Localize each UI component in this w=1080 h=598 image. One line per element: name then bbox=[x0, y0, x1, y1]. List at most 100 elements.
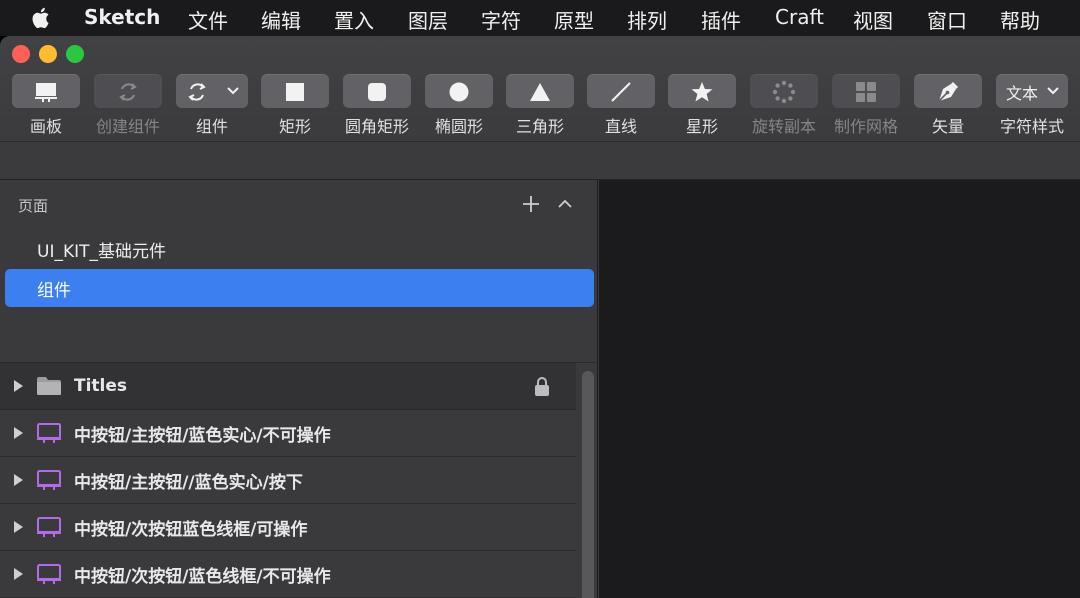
tool-label: 星形 bbox=[685, 117, 718, 136]
layer-row-symbol[interactable]: 中按钮/主按钮/蓝色实心/不可操作 bbox=[0, 410, 576, 457]
chevron-down-icon bbox=[227, 87, 239, 95]
layer-icon-wrap bbox=[36, 376, 66, 396]
zoom-window-button[interactable] bbox=[66, 45, 84, 63]
rectangle-button[interactable] bbox=[261, 74, 329, 108]
symbol-dropdown-button[interactable] bbox=[176, 74, 248, 108]
chevron-down-icon bbox=[1047, 87, 1059, 95]
tool-label: 创建组件 bbox=[95, 117, 160, 136]
tool-make-grid[interactable]: 制作网格 bbox=[832, 74, 900, 137]
disclosure-triangle[interactable] bbox=[0, 473, 36, 487]
vector-pen-icon bbox=[938, 81, 958, 102]
vector-button[interactable] bbox=[914, 74, 982, 108]
tool-vector[interactable]: 矢量 bbox=[914, 74, 982, 137]
artboard-button[interactable] bbox=[12, 74, 80, 108]
menu-arrange[interactable]: 排列 bbox=[627, 5, 667, 34]
text-style-dropdown-button[interactable]: 文本 bbox=[996, 74, 1068, 108]
layer-row-symbol[interactable]: 中按钮/次按钮蓝色线框/可操作 bbox=[0, 504, 576, 551]
menu-app-sketch[interactable]: Sketch bbox=[84, 5, 160, 29]
tool-symbol[interactable]: 组件 bbox=[176, 74, 248, 137]
make-grid-button[interactable] bbox=[832, 74, 900, 108]
triangle-button[interactable] bbox=[506, 74, 574, 108]
line-button[interactable] bbox=[587, 74, 655, 108]
rotate-copies-icon bbox=[772, 80, 796, 103]
layer-name: Titles bbox=[74, 376, 128, 396]
disclosure-triangle[interactable] bbox=[0, 567, 36, 581]
tool-label: 制作网格 bbox=[833, 117, 898, 136]
tool-text-style[interactable]: 文本 字符样式 bbox=[996, 74, 1068, 137]
apple-menu[interactable] bbox=[0, 6, 84, 30]
expand-arrow-icon bbox=[14, 474, 23, 486]
layer-icon-wrap bbox=[36, 422, 66, 444]
traffic-lights bbox=[12, 45, 84, 63]
oval-button[interactable] bbox=[425, 74, 493, 108]
layer-icon-wrap bbox=[36, 563, 66, 585]
artboard-icon bbox=[35, 82, 57, 102]
tool-triangle[interactable]: 三角形 bbox=[506, 74, 574, 137]
folder-icon bbox=[37, 377, 61, 395]
disclosure-triangle[interactable] bbox=[0, 379, 36, 393]
symbol-artboard-icon bbox=[37, 564, 61, 584]
tool-label: 直线 bbox=[604, 117, 637, 136]
toolbar: 画板 创建组件 组件 矩形 圆角矩形 椭圆形 三角形 直线 星形 旋转副本 制作… bbox=[12, 74, 1080, 136]
menu-window[interactable]: 窗口 bbox=[927, 5, 967, 34]
rectangle-icon bbox=[286, 82, 304, 101]
tool-rectangle[interactable]: 矩形 bbox=[261, 74, 329, 137]
layer-row-titles[interactable]: Titles bbox=[0, 363, 576, 410]
menu-file[interactable]: 文件 bbox=[188, 5, 228, 34]
tool-rotate-copies[interactable]: 旋转副本 bbox=[750, 74, 818, 137]
symbol-artboard-icon bbox=[37, 470, 61, 490]
triangle-icon bbox=[530, 82, 550, 101]
menu-edit[interactable]: 编辑 bbox=[261, 5, 301, 34]
lock-icon[interactable] bbox=[534, 377, 550, 397]
menu-help[interactable]: 帮助 bbox=[1000, 5, 1040, 34]
layer-list: Titles 中按钮/主按钮/蓝色实心/不可操作 中按钮/主按钮//蓝色实心/按… bbox=[0, 362, 598, 598]
layer-name: 中按钮/次按钮/蓝色线框/不可操作 bbox=[74, 566, 331, 587]
layer-icon-wrap bbox=[36, 516, 66, 538]
pages-header-actions bbox=[521, 194, 575, 214]
tool-label: 椭圆形 bbox=[434, 117, 483, 136]
rounded-rectangle-button[interactable] bbox=[343, 74, 411, 108]
menu-insert[interactable]: 置入 bbox=[334, 5, 374, 34]
menu-text[interactable]: 字符 bbox=[481, 5, 521, 34]
page-item-ui-kit[interactable]: UI_KIT_基础元件 bbox=[5, 230, 594, 268]
sketch-window: 画板 创建组件 组件 矩形 圆角矩形 椭圆形 三角形 直线 星形 旋转副本 制作… bbox=[0, 36, 1080, 598]
expand-arrow-icon bbox=[14, 427, 23, 439]
tool-label: 画板 bbox=[29, 117, 62, 136]
layer-list-scrollbar[interactable] bbox=[582, 371, 594, 598]
minimize-window-button[interactable] bbox=[39, 45, 57, 63]
layer-row-symbol[interactable]: 中按钮/次按钮/蓝色线框/不可操作 bbox=[0, 551, 576, 598]
menu-bar: Sketch 文件 编辑 置入 图层 字符 原型 排列 插件 Craft 视图 … bbox=[0, 0, 1080, 36]
menu-craft[interactable]: Craft bbox=[775, 5, 824, 29]
symbol-icon bbox=[188, 82, 206, 101]
pages-title: 页面 bbox=[18, 196, 49, 215]
make-grid-icon bbox=[856, 81, 876, 102]
toolbar-secondary-strip bbox=[0, 142, 1080, 180]
rounded-rectangle-icon bbox=[368, 82, 386, 101]
tool-star[interactable]: 星形 bbox=[668, 74, 736, 137]
star-button[interactable] bbox=[668, 74, 736, 108]
tool-create-symbol[interactable]: 创建组件 bbox=[94, 74, 162, 137]
menu-prototype[interactable]: 原型 bbox=[554, 5, 594, 34]
menu-layer[interactable]: 图层 bbox=[408, 5, 448, 34]
menu-view[interactable]: 视图 bbox=[853, 5, 893, 34]
disclosure-triangle[interactable] bbox=[0, 426, 36, 440]
design-canvas[interactable] bbox=[599, 180, 1080, 598]
tool-rounded-rectangle[interactable]: 圆角矩形 bbox=[343, 74, 411, 137]
tool-artboard[interactable]: 画板 bbox=[12, 74, 80, 137]
chevron-up-icon[interactable] bbox=[555, 194, 575, 214]
create-symbol-button[interactable] bbox=[94, 74, 162, 108]
layer-row-symbol[interactable]: 中按钮/主按钮//蓝色实心/按下 bbox=[0, 457, 576, 504]
page-item-components[interactable]: 组件 bbox=[5, 269, 594, 307]
disclosure-triangle[interactable] bbox=[0, 520, 36, 534]
expand-arrow-icon bbox=[14, 521, 23, 533]
symbol-artboard-icon bbox=[37, 517, 61, 537]
tool-label: 三角形 bbox=[515, 117, 564, 136]
add-page-icon[interactable] bbox=[521, 194, 541, 214]
tool-oval[interactable]: 椭圆形 bbox=[425, 74, 493, 137]
close-window-button[interactable] bbox=[12, 45, 30, 63]
layer-name: 中按钮/主按钮/蓝色实心/不可操作 bbox=[74, 425, 331, 446]
apple-logo-icon bbox=[32, 7, 49, 29]
rotate-copies-button[interactable] bbox=[750, 74, 818, 108]
menu-plugins[interactable]: 插件 bbox=[701, 5, 741, 34]
tool-line[interactable]: 直线 bbox=[587, 74, 655, 137]
